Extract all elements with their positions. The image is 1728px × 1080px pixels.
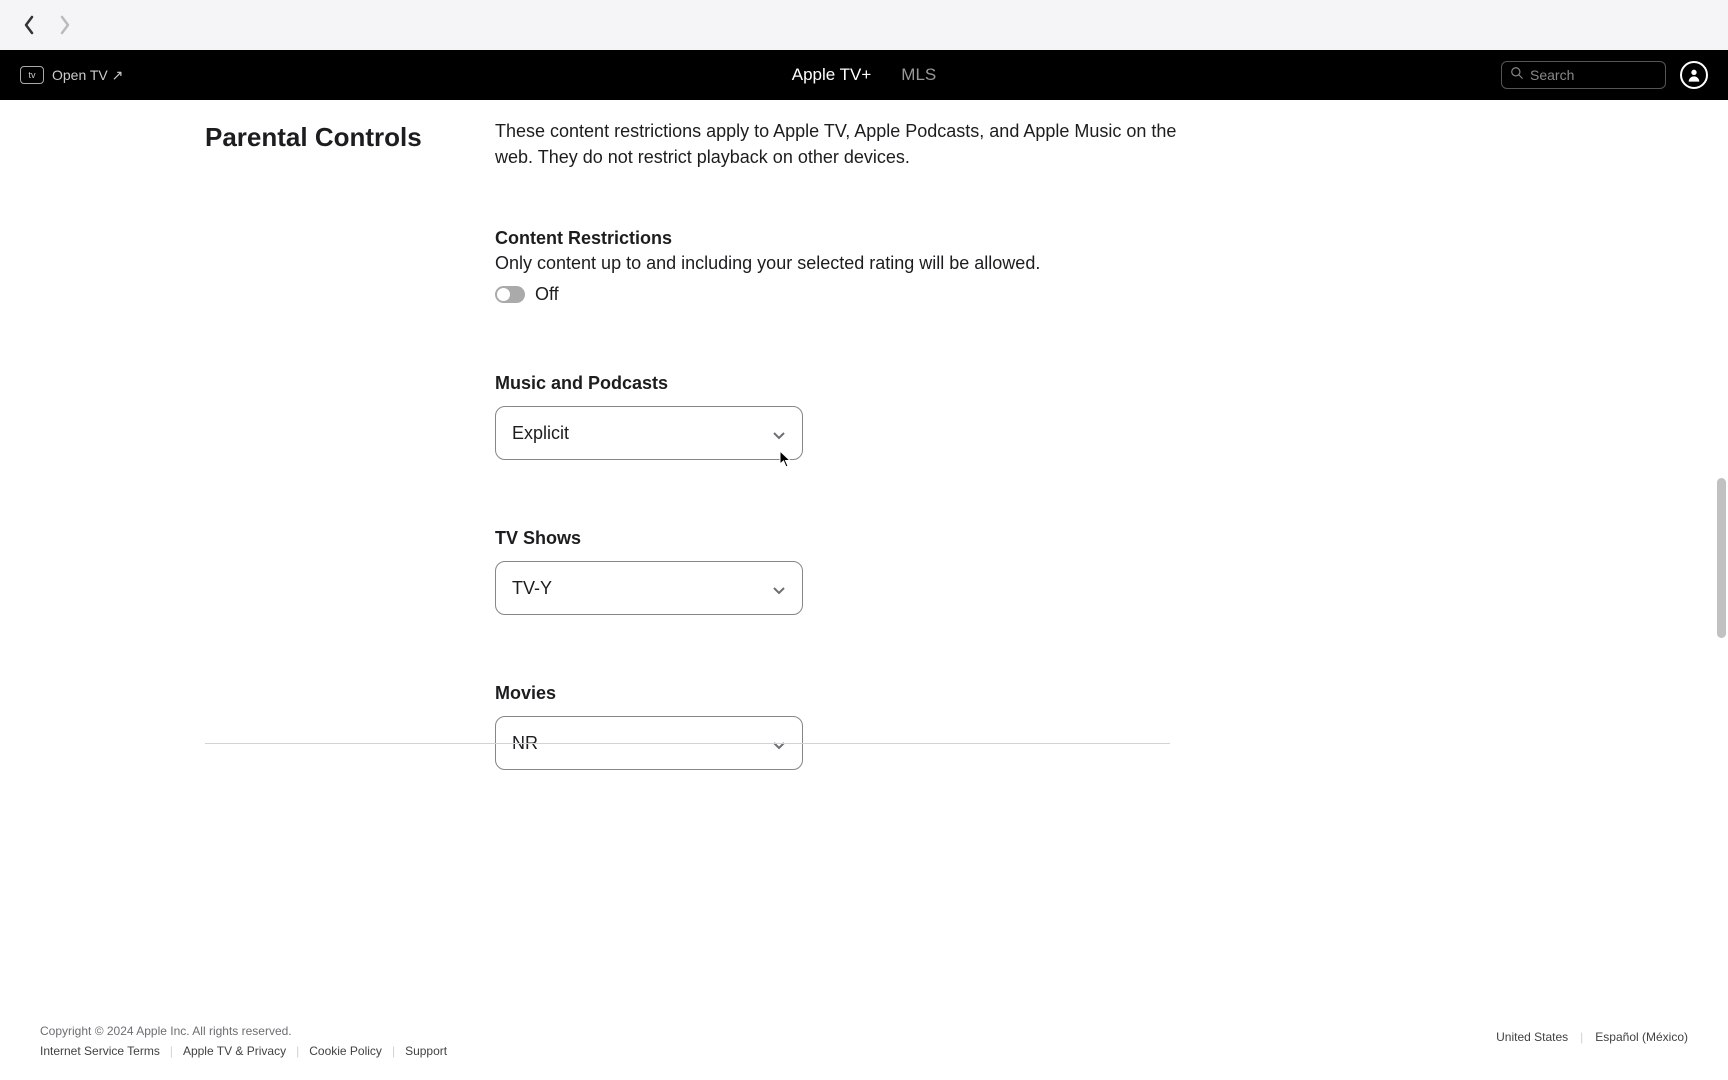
back-button[interactable] <box>20 16 38 34</box>
tv-shows-select[interactable]: TV-Y <box>495 561 803 615</box>
open-tv-link[interactable]: tv Open TV ↗ <box>20 66 123 84</box>
content-restrictions-desc: Only content up to and including your se… <box>495 253 1528 274</box>
toggle-state-label: Off <box>535 284 559 305</box>
footer-links: Internet Service Terms | Apple TV & Priv… <box>40 1044 1688 1058</box>
footer-sep: | <box>1580 1030 1583 1044</box>
content-restrictions-toggle-row: Off <box>495 284 1528 305</box>
tv-shows-section: TV Shows TV-Y <box>495 528 1528 615</box>
footer-sep: | <box>392 1044 395 1058</box>
search-icon <box>1510 66 1524 85</box>
music-podcasts-select[interactable]: Explicit <box>495 406 803 460</box>
footer-link-support[interactable]: Support <box>405 1044 447 1058</box>
content-restrictions-title: Content Restrictions <box>495 228 1528 249</box>
header-right-controls <box>1501 61 1708 89</box>
tv-shows-title: TV Shows <box>495 528 1528 549</box>
chevron-down-icon <box>772 426 786 440</box>
chevron-down-icon <box>772 581 786 595</box>
header-tabs: Apple TV+ MLS <box>792 65 937 85</box>
toggle-knob <box>497 288 510 301</box>
open-tv-label: Open TV ↗ <box>52 67 123 84</box>
app-header: tv Open TV ↗ Apple TV+ MLS <box>0 50 1728 100</box>
music-podcasts-section: Music and Podcasts Explicit <box>495 373 1528 460</box>
scrollbar-thumb[interactable] <box>1717 478 1726 638</box>
footer-sep: | <box>170 1044 173 1058</box>
footer-right: United States | Español (México) <box>1496 1030 1688 1044</box>
movies-title: Movies <box>495 683 1528 704</box>
language-link[interactable]: Español (México) <box>1595 1030 1688 1044</box>
main-content: Parental Controls These content restrict… <box>0 100 1728 770</box>
content-restrictions-toggle[interactable] <box>495 286 525 303</box>
tv-shows-value: TV-Y <box>512 578 552 599</box>
tab-apple-tv-plus[interactable]: Apple TV+ <box>792 65 872 85</box>
search-box[interactable] <box>1501 61 1666 89</box>
browser-nav-bar <box>0 0 1728 50</box>
footer-link-privacy[interactable]: Apple TV & Privacy <box>183 1044 286 1058</box>
search-input[interactable] <box>1530 67 1657 83</box>
account-button[interactable] <box>1680 61 1708 89</box>
movies-section: Movies NR <box>495 683 1528 770</box>
forward-button <box>56 16 74 34</box>
left-column: Parental Controls <box>0 118 495 770</box>
footer: Copyright © 2024 Apple Inc. All rights r… <box>0 1024 1728 1080</box>
music-podcasts-value: Explicit <box>512 423 569 444</box>
copyright-text: Copyright © 2024 Apple Inc. All rights r… <box>40 1024 1688 1038</box>
content-restrictions-section: Content Restrictions Only content up to … <box>495 228 1528 305</box>
footer-sep: | <box>296 1044 299 1058</box>
footer-link-cookie[interactable]: Cookie Policy <box>309 1044 382 1058</box>
footer-link-terms[interactable]: Internet Service Terms <box>40 1044 160 1058</box>
page-title: Parental Controls <box>205 122 495 153</box>
intro-text: These content restrictions apply to Appl… <box>495 118 1185 170</box>
content-divider <box>205 743 1170 744</box>
music-podcasts-title: Music and Podcasts <box>495 373 1528 394</box>
region-link[interactable]: United States <box>1496 1030 1568 1044</box>
right-column: These content restrictions apply to Appl… <box>495 118 1728 770</box>
tab-mls[interactable]: MLS <box>901 65 936 85</box>
apple-tv-icon: tv <box>20 66 44 84</box>
